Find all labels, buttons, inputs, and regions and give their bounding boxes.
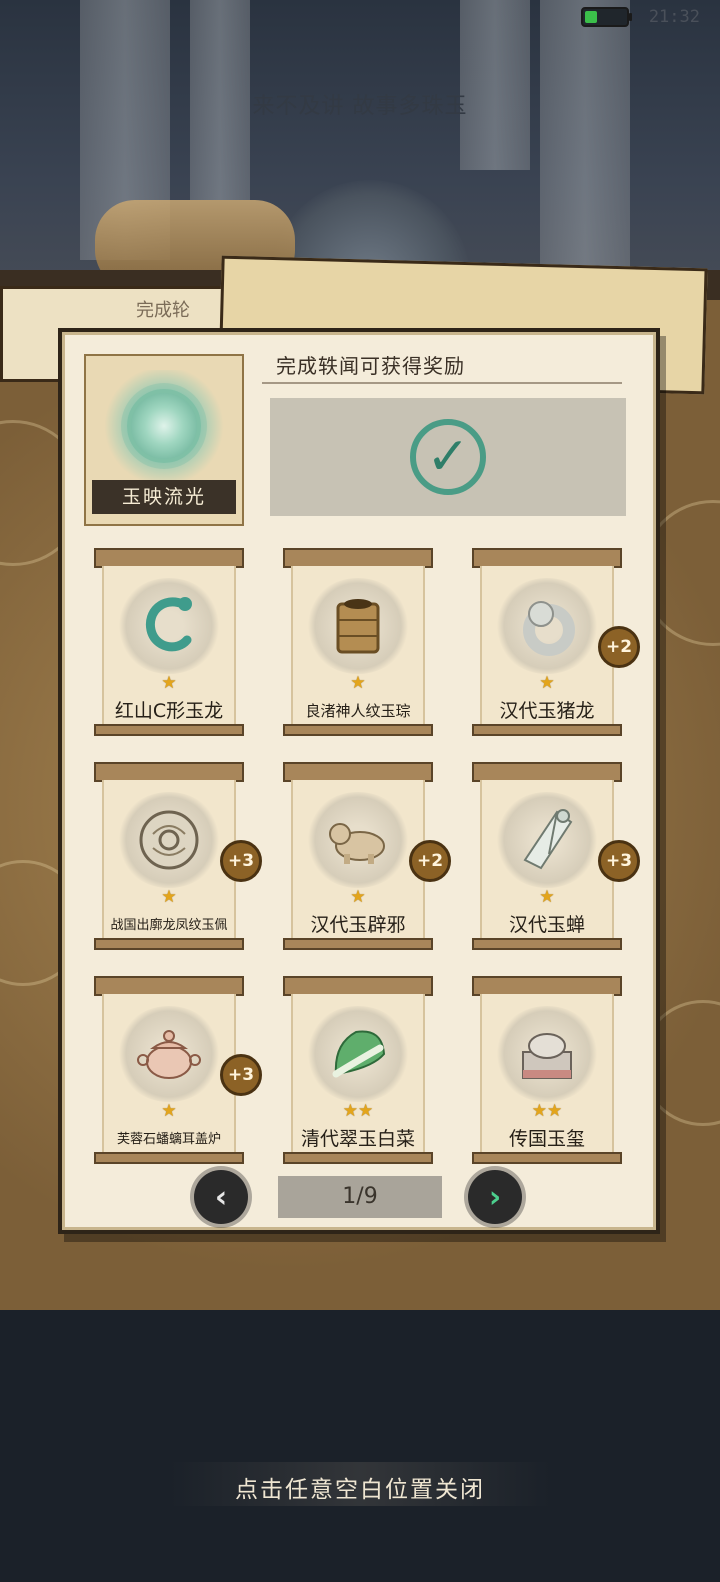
- background-caption: 来不及讲 故事多珠玉: [252, 94, 468, 119]
- star-rating: ★★: [531, 1101, 563, 1121]
- item-name: 传国玉玺: [508, 1128, 585, 1150]
- item-card[interactable]: ★★ 清代翠玉白菜: [283, 976, 433, 1164]
- jade-pig-dragon-icon: [494, 578, 600, 674]
- collection-badge: 玉映流光: [84, 354, 244, 526]
- item-name: 红山C形玉龙: [114, 700, 224, 722]
- pillar: [460, 0, 530, 170]
- jade-cicada-icon: [494, 792, 600, 888]
- bonus-badge: +3: [598, 840, 640, 882]
- reward-title: 完成轶闻可获得奖励: [276, 354, 465, 378]
- background-tab-label: 完成轮: [136, 300, 190, 321]
- star-rating: ★: [350, 673, 366, 693]
- item-name: 汉代玉猪龙: [499, 700, 595, 722]
- bonus-badge: +3: [220, 840, 262, 882]
- item-name: 芙蓉石蟠螭耳盖炉: [116, 1132, 221, 1147]
- star-rating: ★: [539, 887, 555, 907]
- battery-icon: [580, 7, 632, 27]
- jade-disc-icon: [100, 370, 228, 482]
- jade-bixie-icon: [305, 792, 411, 888]
- jade-pendant-icon: [116, 792, 222, 888]
- reward-status-box: ✓: [270, 398, 626, 516]
- item-card[interactable]: ★ 汉代玉猪龙 +2: [472, 548, 640, 736]
- bonus-badge: +3: [220, 1054, 262, 1096]
- incense-burner-icon: [116, 1006, 222, 1102]
- item-name: 良渚神人纹玉琮: [305, 702, 411, 720]
- star-rating: ★: [539, 673, 555, 693]
- item-name: 汉代玉辟邪: [310, 914, 406, 936]
- imperial-seal-icon: [494, 1006, 600, 1102]
- item-name: 战国出廓龙凤纹玉佩: [110, 918, 228, 933]
- pillar: [540, 0, 630, 280]
- clock: 21:32: [648, 7, 700, 27]
- jade-cong-icon: [305, 578, 411, 674]
- chevron-right-icon[interactable]: ›: [468, 1170, 522, 1224]
- item-name: 清代翠玉白菜: [300, 1128, 415, 1150]
- item-card[interactable]: ★ 汉代玉蝉 +3: [472, 762, 640, 950]
- jade-dragon-icon: [116, 578, 222, 674]
- bonus-badge: +2: [409, 840, 451, 882]
- star-rating: ★: [161, 673, 177, 693]
- star-rating: ★★: [342, 1101, 374, 1121]
- item-card[interactable]: ★ 战国出廓龙凤纹玉佩 +3: [94, 762, 262, 950]
- divider: [262, 382, 622, 384]
- check-icon: ✓: [410, 419, 486, 495]
- chevron-left-icon[interactable]: ‹: [194, 1170, 248, 1224]
- item-card[interactable]: ★ 汉代玉辟邪 +2: [283, 762, 451, 950]
- badge-name: 玉映流光: [92, 480, 236, 514]
- star-rating: ★: [161, 887, 177, 907]
- reward-dialog: 玉映流光 完成轶闻可获得奖励 ✓ ★ 红山C形玉龙 ★ 良渚神人纹玉琮 ★ 汉代…: [58, 328, 660, 1234]
- item-name: 汉代玉蝉: [508, 914, 585, 936]
- page-indicator: 1/9: [278, 1176, 442, 1218]
- item-card[interactable]: ★ 良渚神人纹玉琮: [283, 548, 433, 736]
- item-card[interactable]: ★★ 传国玉玺: [472, 976, 622, 1164]
- star-rating: ★: [161, 1101, 177, 1121]
- star-rating: ★: [350, 887, 366, 907]
- item-card[interactable]: ★ 红山C形玉龙: [94, 548, 244, 736]
- status-bar: 21:32: [580, 6, 700, 28]
- close-hint[interactable]: 点击任意空白位置关闭: [0, 1470, 720, 1504]
- dismiss-area[interactable]: [0, 1310, 720, 1582]
- bonus-badge: +2: [598, 626, 640, 668]
- item-card[interactable]: ★ 芙蓉石蟠螭耳盖炉 +3: [94, 976, 262, 1164]
- jade-cabbage-icon: [305, 1006, 411, 1102]
